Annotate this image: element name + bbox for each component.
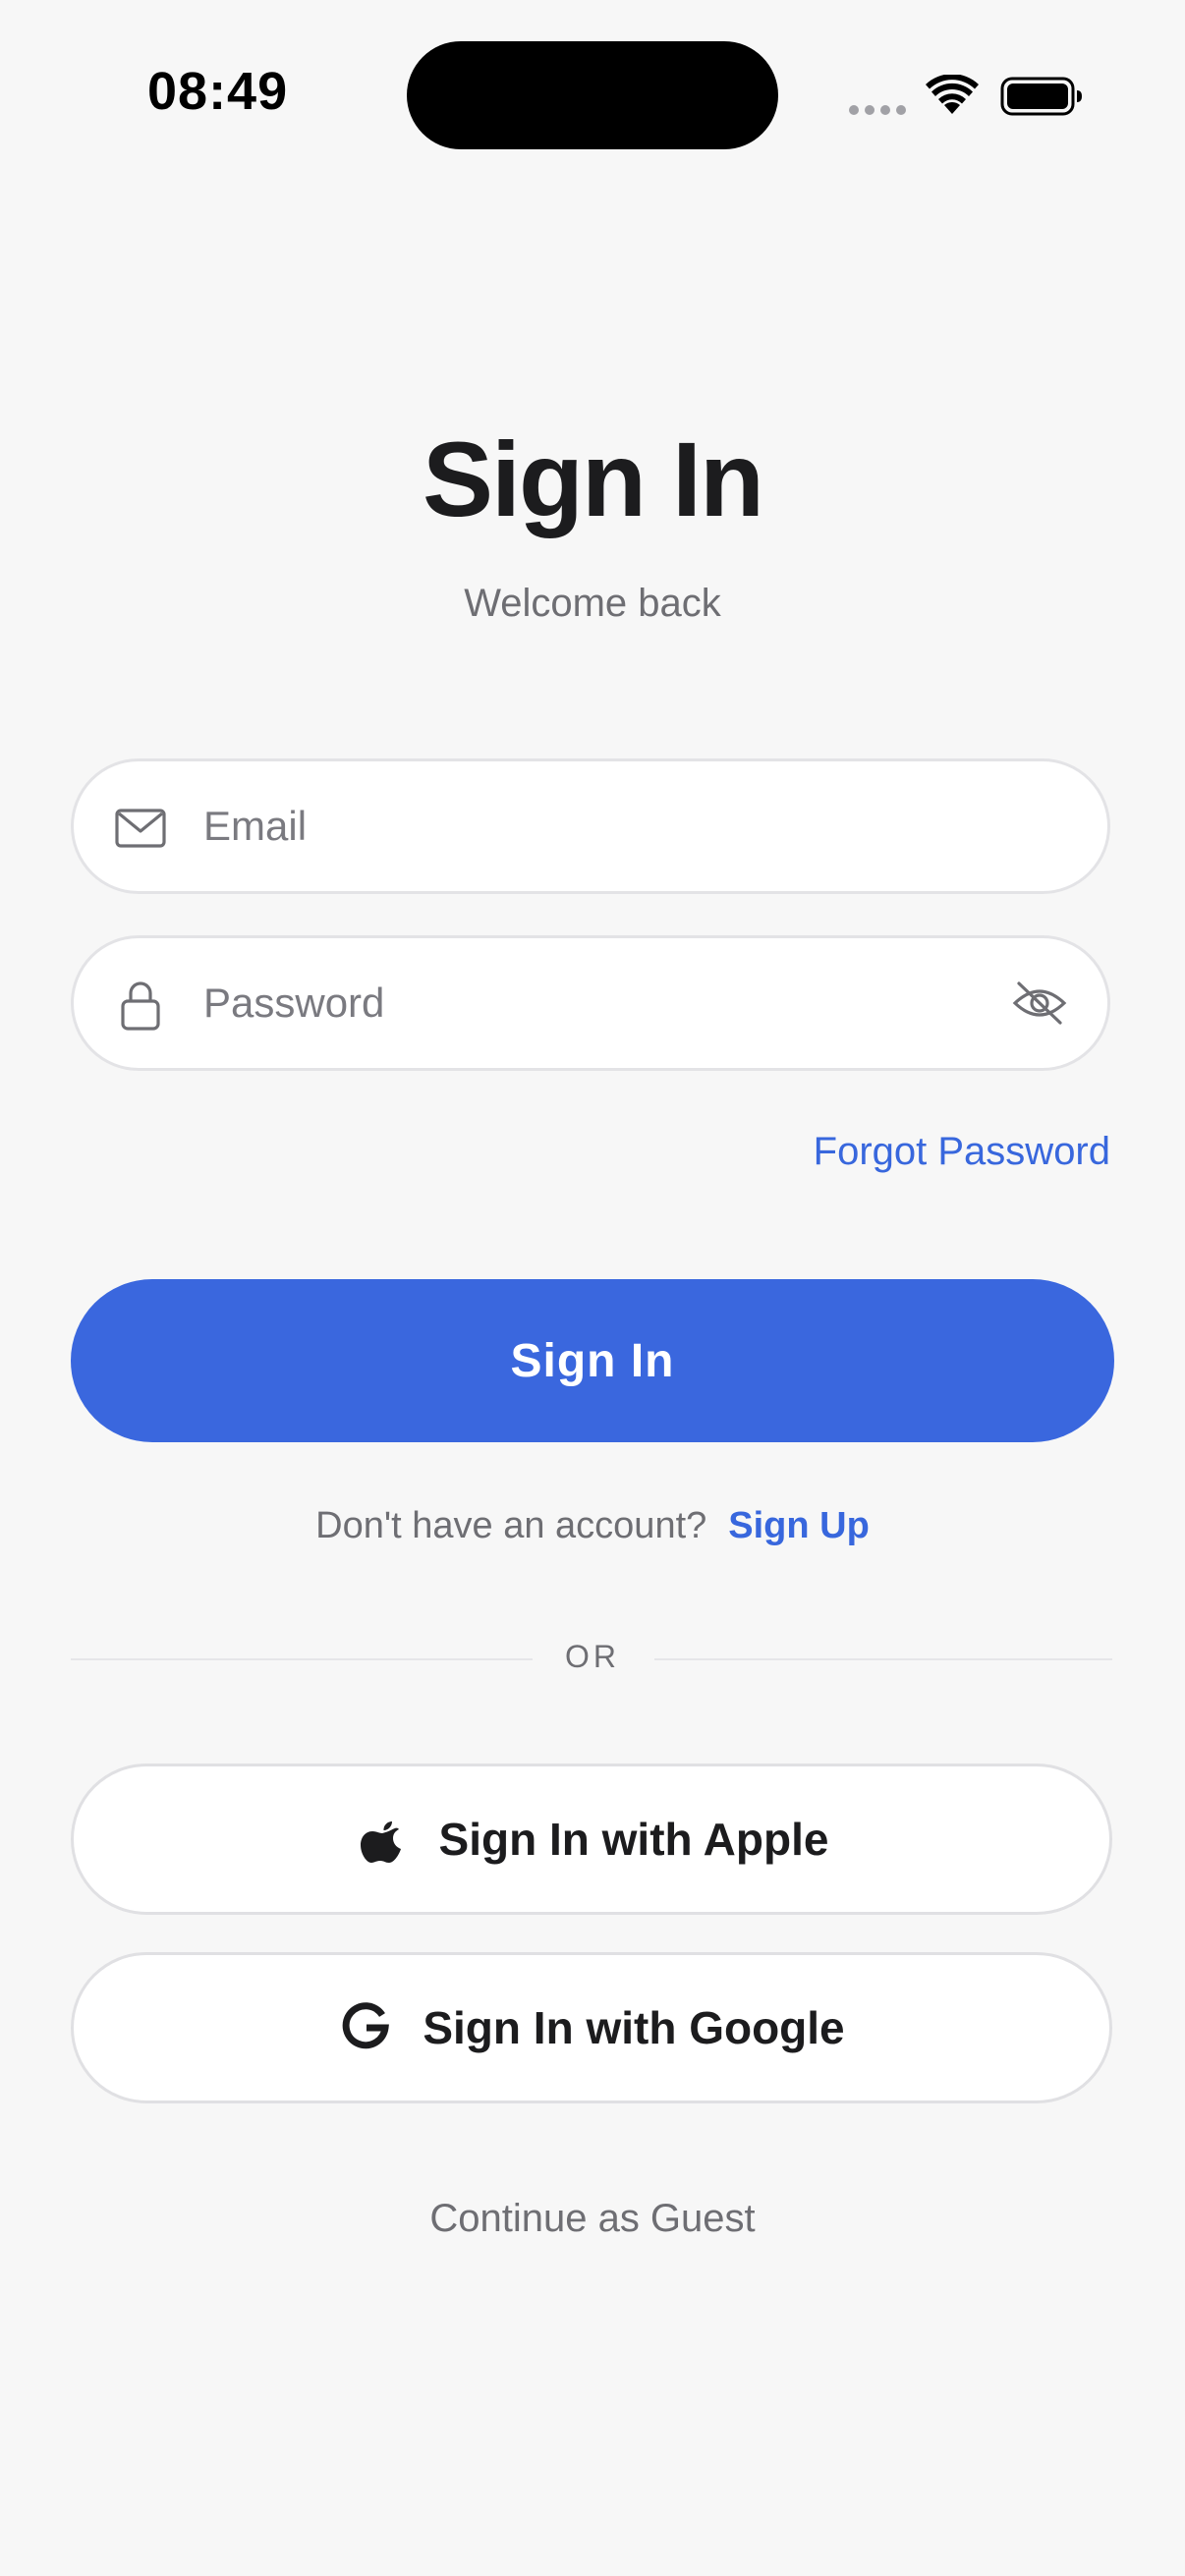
- google-logo-icon: [342, 2002, 390, 2049]
- continue-as-guest-link[interactable]: Continue as Guest: [0, 2197, 1185, 2241]
- status-time: 08:49: [147, 62, 289, 121]
- page-subtitle: Welcome back: [464, 582, 721, 625]
- sign-up-link[interactable]: Sign Up: [728, 1505, 870, 1546]
- or-divider-label: OR: [565, 1639, 620, 1674]
- wifi-icon: [926, 75, 979, 114]
- signup-row: Don't have an account? Sign Up: [0, 1505, 1185, 1547]
- status-bar: 08:49: [0, 0, 1185, 196]
- cellular-signal-icon: [849, 105, 908, 115]
- eye-slash-icon[interactable]: [1011, 978, 1068, 1029]
- battery-icon: [1000, 77, 1082, 116]
- sign-in-button[interactable]: Sign In: [71, 1279, 1114, 1442]
- divider-line-right: [654, 1658, 1112, 1660]
- google-button-label: Sign In with Google: [423, 2002, 845, 2053]
- page-title: Sign In: [423, 420, 764, 538]
- forgot-password-link[interactable]: Forgot Password: [814, 1130, 1110, 1174]
- password-field[interactable]: [71, 935, 1110, 1071]
- sign-in-with-google-button[interactable]: Sign In with Google: [71, 1952, 1112, 2103]
- apple-button-label: Sign In with Apple: [438, 1814, 829, 1865]
- password-input[interactable]: [203, 938, 1009, 1068]
- apple-logo-icon: [360, 1821, 401, 1863]
- email-input[interactable]: [203, 761, 1009, 891]
- envelope-icon: [115, 809, 166, 848]
- email-field[interactable]: [71, 758, 1110, 894]
- signup-prompt: Don't have an account?: [315, 1505, 707, 1546]
- lock-icon: [121, 981, 160, 1031]
- sign-in-with-apple-button[interactable]: Sign In with Apple: [71, 1764, 1112, 1915]
- dynamic-island: [407, 41, 778, 149]
